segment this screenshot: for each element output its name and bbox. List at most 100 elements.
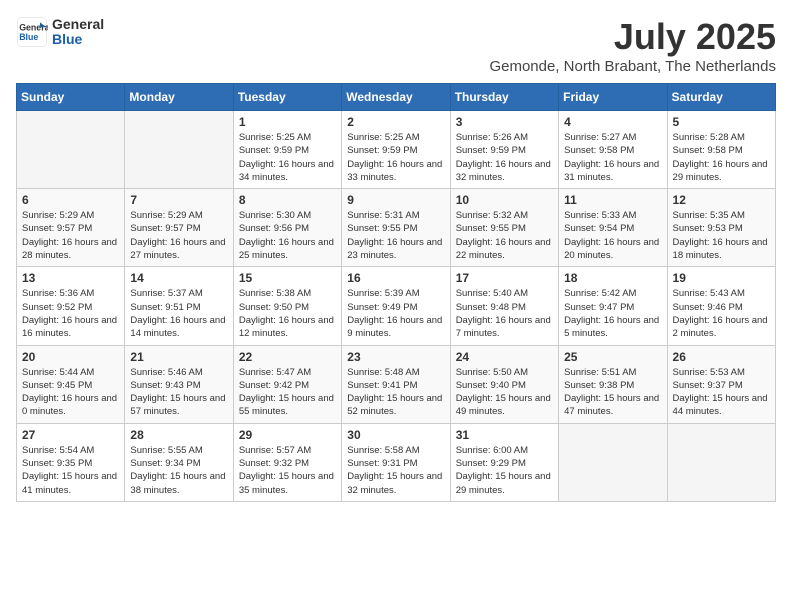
day-number: 30 xyxy=(347,428,444,442)
day-number: 17 xyxy=(456,271,553,285)
logo-icon: General Blue xyxy=(16,16,48,48)
page-header: General Blue General Blue July 2025 Gemo… xyxy=(16,16,776,75)
calendar-cell: 8 Sunrise: 5:30 AM Sunset: 9:56 PM Daylig… xyxy=(233,189,341,267)
calendar-cell: 31 Sunrise: 6:00 AM Sunset: 9:29 PM Dayli… xyxy=(450,423,558,501)
calendar-cell: 16Sunrise: 5:39 AM Sunset: 9:49 PM Dayli… xyxy=(342,267,450,345)
calendar-cell: 4Sunrise: 5:27 AM Sunset: 9:58 PM Daylig… xyxy=(559,111,667,189)
day-number: 7 xyxy=(130,193,227,207)
day-info: Sunrise: 5:53 AM Sunset: 9:37 PM Dayligh… xyxy=(673,366,770,419)
calendar-header-row: SundayMondayTuesdayWednesdayThursdayFrid… xyxy=(17,84,776,111)
day-info: Sunrise: 5:48 AM Sunset: 9:41 PM Dayligh… xyxy=(347,366,444,419)
day-number: 1 xyxy=(239,115,336,129)
day-info: Sunrise: 5:42 AM Sunset: 9:47 PM Dayligh… xyxy=(564,287,661,340)
day-info: Sunrise: 5:47 AM Sunset: 9:42 PM Dayligh… xyxy=(239,366,336,419)
day-number: 15 xyxy=(239,271,336,285)
day-info: Sunrise: 5:29 AM Sunset: 9:57 PM Dayligh… xyxy=(130,209,227,262)
day-info: Sunrise: 5:55 AM Sunset: 9:34 PM Dayligh… xyxy=(130,444,227,497)
calendar-cell: 18 Sunrise: 5:42 AM Sunset: 9:47 PM Dayli… xyxy=(559,267,667,345)
calendar-cell xyxy=(125,111,233,189)
calendar-cell: 15Sunrise: 5:38 AM Sunset: 9:50 PM Dayli… xyxy=(233,267,341,345)
calendar-cell: 7 Sunrise: 5:29 AM Sunset: 9:57 PM Daylig… xyxy=(125,189,233,267)
day-number: 20 xyxy=(22,350,119,364)
day-number: 5 xyxy=(673,115,770,129)
calendar-cell: 27Sunrise: 5:54 AM Sunset: 9:35 PM Dayli… xyxy=(17,423,125,501)
calendar-cell: 30 Sunrise: 5:58 AM Sunset: 9:31 PM Dayli… xyxy=(342,423,450,501)
day-number: 8 xyxy=(239,193,336,207)
calendar-cell: 17Sunrise: 5:40 AM Sunset: 9:48 PM Dayli… xyxy=(450,267,558,345)
calendar-cell xyxy=(667,423,775,501)
day-info: Sunrise: 5:43 AM Sunset: 9:46 PM Dayligh… xyxy=(673,287,770,340)
calendar-cell: 5 Sunrise: 5:28 AM Sunset: 9:58 PM Daylig… xyxy=(667,111,775,189)
calendar-cell: 24 Sunrise: 5:50 AM Sunset: 9:40 PM Dayli… xyxy=(450,345,558,423)
day-number: 26 xyxy=(673,350,770,364)
svg-text:General: General xyxy=(19,22,48,32)
day-info: Sunrise: 5:26 AM Sunset: 9:59 PM Dayligh… xyxy=(456,131,553,184)
calendar-cell: 23 Sunrise: 5:48 AM Sunset: 9:41 PM Dayli… xyxy=(342,345,450,423)
location: Gemonde, North Brabant, The Netherlands xyxy=(489,58,776,75)
title-block: July 2025 Gemonde, North Brabant, The Ne… xyxy=(489,16,776,75)
day-info: Sunrise: 5:50 AM Sunset: 9:40 PM Dayligh… xyxy=(456,366,553,419)
day-number: 28 xyxy=(130,428,227,442)
day-number: 11 xyxy=(564,193,661,207)
day-info: Sunrise: 6:00 AM Sunset: 9:29 PM Dayligh… xyxy=(456,444,553,497)
calendar-cell: 10 Sunrise: 5:32 AM Sunset: 9:55 PM Dayli… xyxy=(450,189,558,267)
calendar-cell: 26 Sunrise: 5:53 AM Sunset: 9:37 PM Dayli… xyxy=(667,345,775,423)
day-info: Sunrise: 5:28 AM Sunset: 9:58 PM Dayligh… xyxy=(673,131,770,184)
day-number: 25 xyxy=(564,350,661,364)
calendar-week-5: 27Sunrise: 5:54 AM Sunset: 9:35 PM Dayli… xyxy=(17,423,776,501)
day-number: 23 xyxy=(347,350,444,364)
calendar-cell: 28 Sunrise: 5:55 AM Sunset: 9:34 PM Dayli… xyxy=(125,423,233,501)
day-info: Sunrise: 5:46 AM Sunset: 9:43 PM Dayligh… xyxy=(130,366,227,419)
day-info: Sunrise: 5:37 AM Sunset: 9:51 PM Dayligh… xyxy=(130,287,227,340)
col-header-thursday: Thursday xyxy=(450,84,558,111)
day-number: 13 xyxy=(22,271,119,285)
month-year: July 2025 xyxy=(489,16,776,58)
day-info: Sunrise: 5:58 AM Sunset: 9:31 PM Dayligh… xyxy=(347,444,444,497)
day-number: 10 xyxy=(456,193,553,207)
day-info: Sunrise: 5:54 AM Sunset: 9:35 PM Dayligh… xyxy=(22,444,119,497)
logo-blue: Blue xyxy=(52,32,104,47)
day-number: 18 xyxy=(564,271,661,285)
col-header-wednesday: Wednesday xyxy=(342,84,450,111)
day-info: Sunrise: 5:57 AM Sunset: 9:32 PM Dayligh… xyxy=(239,444,336,497)
day-number: 9 xyxy=(347,193,444,207)
logo-text: General Blue xyxy=(52,17,104,48)
day-number: 2 xyxy=(347,115,444,129)
day-info: Sunrise: 5:30 AM Sunset: 9:56 PM Dayligh… xyxy=(239,209,336,262)
calendar-table: SundayMondayTuesdayWednesdayThursdayFrid… xyxy=(16,83,776,502)
day-info: Sunrise: 5:44 AM Sunset: 9:45 PM Dayligh… xyxy=(22,366,119,419)
day-info: Sunrise: 5:27 AM Sunset: 9:58 PM Dayligh… xyxy=(564,131,661,184)
day-info: Sunrise: 5:33 AM Sunset: 9:54 PM Dayligh… xyxy=(564,209,661,262)
calendar-week-4: 20 Sunrise: 5:44 AM Sunset: 9:45 PM Dayli… xyxy=(17,345,776,423)
calendar-cell xyxy=(559,423,667,501)
day-info: Sunrise: 5:35 AM Sunset: 9:53 PM Dayligh… xyxy=(673,209,770,262)
day-number: 6 xyxy=(22,193,119,207)
calendar-cell: 13 Sunrise: 5:36 AM Sunset: 9:52 PM Dayli… xyxy=(17,267,125,345)
calendar-cell: 2Sunrise: 5:25 AM Sunset: 9:59 PM Daylig… xyxy=(342,111,450,189)
day-number: 31 xyxy=(456,428,553,442)
day-info: Sunrise: 5:29 AM Sunset: 9:57 PM Dayligh… xyxy=(22,209,119,262)
calendar-cell: 21 Sunrise: 5:46 AM Sunset: 9:43 PM Dayli… xyxy=(125,345,233,423)
day-info: Sunrise: 5:36 AM Sunset: 9:52 PM Dayligh… xyxy=(22,287,119,340)
calendar-week-3: 13 Sunrise: 5:36 AM Sunset: 9:52 PM Dayli… xyxy=(17,267,776,345)
day-number: 21 xyxy=(130,350,227,364)
day-number: 14 xyxy=(130,271,227,285)
day-info: Sunrise: 5:39 AM Sunset: 9:49 PM Dayligh… xyxy=(347,287,444,340)
calendar-cell: 6 Sunrise: 5:29 AM Sunset: 9:57 PM Daylig… xyxy=(17,189,125,267)
calendar-cell: 1Sunrise: 5:25 AM Sunset: 9:59 PM Daylig… xyxy=(233,111,341,189)
col-header-saturday: Saturday xyxy=(667,84,775,111)
calendar-cell xyxy=(17,111,125,189)
calendar-week-1: 1Sunrise: 5:25 AM Sunset: 9:59 PM Daylig… xyxy=(17,111,776,189)
calendar-cell: 12Sunrise: 5:35 AM Sunset: 9:53 PM Dayli… xyxy=(667,189,775,267)
col-header-sunday: Sunday xyxy=(17,84,125,111)
calendar-cell: 29Sunrise: 5:57 AM Sunset: 9:32 PM Dayli… xyxy=(233,423,341,501)
day-number: 19 xyxy=(673,271,770,285)
day-number: 24 xyxy=(456,350,553,364)
calendar-cell: 3 Sunrise: 5:26 AM Sunset: 9:59 PM Daylig… xyxy=(450,111,558,189)
day-info: Sunrise: 5:31 AM Sunset: 9:55 PM Dayligh… xyxy=(347,209,444,262)
calendar-cell: 9 Sunrise: 5:31 AM Sunset: 9:55 PM Daylig… xyxy=(342,189,450,267)
calendar-cell: 20 Sunrise: 5:44 AM Sunset: 9:45 PM Dayli… xyxy=(17,345,125,423)
day-number: 3 xyxy=(456,115,553,129)
day-info: Sunrise: 5:32 AM Sunset: 9:55 PM Dayligh… xyxy=(456,209,553,262)
calendar-cell: 11 Sunrise: 5:33 AM Sunset: 9:54 PM Dayli… xyxy=(559,189,667,267)
